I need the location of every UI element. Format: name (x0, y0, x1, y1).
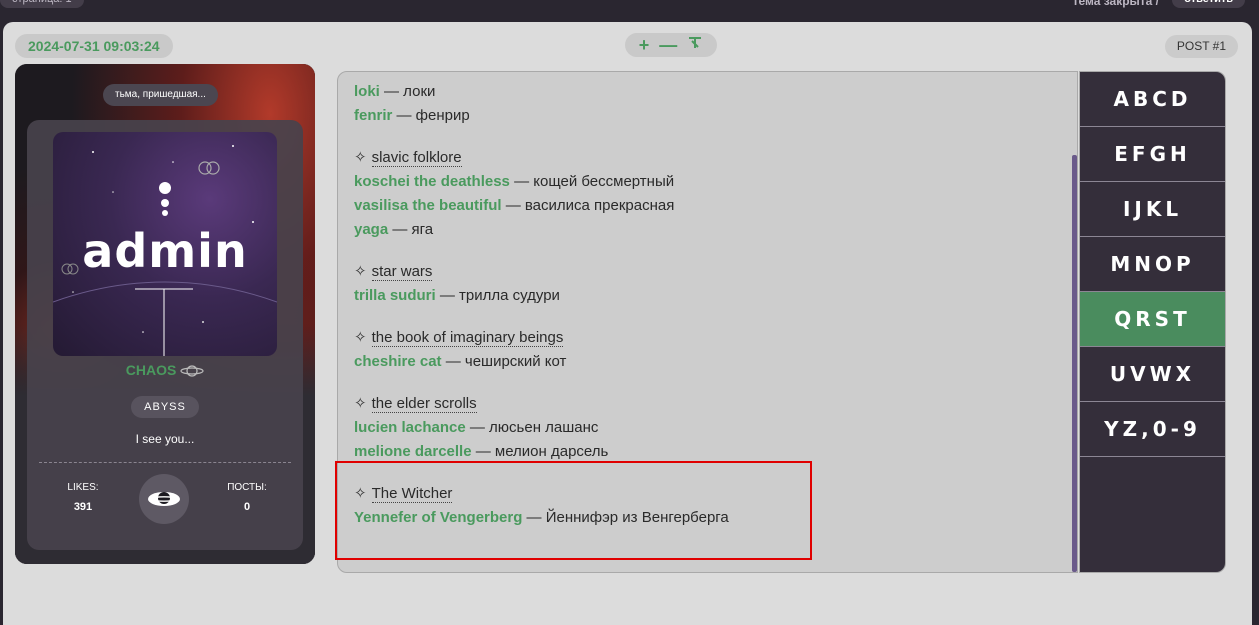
russian-name: — фенрир (392, 107, 470, 124)
section-title[interactable]: star wars (371, 263, 433, 281)
alphabet-tab[interactable]: UVWX (1080, 347, 1225, 402)
alphabet-tab[interactable]: YZ,0-9 (1080, 402, 1225, 457)
russian-name: — василиса прекрасная (501, 197, 675, 214)
plus-icon[interactable]: + (639, 33, 650, 57)
list-item: yaga — яга (354, 218, 1054, 242)
section-title[interactable]: the book of imaginary beings (371, 329, 564, 347)
likes-value: 391 (73, 501, 93, 513)
english-name[interactable]: lucien lachance (354, 419, 466, 436)
page-indicator[interactable]: страница: 1 (0, 0, 84, 8)
likes-label: LIKES: (67, 482, 99, 493)
russian-name: — яга (388, 221, 434, 238)
posts-value: 0 (243, 501, 251, 513)
scrollbar[interactable] (1072, 155, 1077, 572)
english-name[interactable]: koschei the deathless (354, 173, 510, 190)
english-name[interactable]: cheshire cat (354, 353, 442, 370)
section-title[interactable]: the elder scrolls (371, 395, 477, 413)
english-name[interactable]: trilla suduri (354, 287, 436, 304)
russian-name: — кощей бессмертный (509, 173, 675, 190)
user-tagline: I see you... (135, 432, 195, 446)
post-number[interactable]: POST #1 (1164, 35, 1238, 58)
russian-name: — трилла судури (435, 287, 560, 304)
section-heading: ✧ star wars (354, 260, 1054, 284)
post-date: 2024-07-31 09:03:24 (15, 34, 173, 58)
posts-stat: ПОСТЫ: 0 (207, 482, 287, 513)
list-item: trilla suduri — трилла судури (354, 284, 1054, 308)
section-heading: ✧ the book of imaginary beings (354, 326, 1054, 350)
user-status: тьма, пришедшая... (103, 84, 218, 106)
profile-divider (39, 462, 291, 463)
highlight-box (335, 461, 812, 560)
list-item: koschei the deathless — кощей бессмертны… (354, 170, 1054, 194)
pin-icon[interactable] (687, 33, 703, 57)
planet-icon (180, 365, 204, 377)
english-name[interactable]: fenrir (354, 107, 392, 124)
sparkle-icon: ✧ (354, 149, 367, 166)
eye-planet-icon (139, 474, 189, 524)
list-item: vasilisa the beautiful — василиса прекра… (354, 194, 1054, 218)
alphabet-tab[interactable]: QRST (1080, 292, 1225, 347)
russian-name: — люсьен лашанс (465, 419, 599, 436)
section-heading: ✧ the elder scrolls (354, 392, 1054, 416)
alphabet-tab[interactable]: MNOP (1080, 237, 1225, 292)
list-item: fenrir — фенрир (354, 104, 1054, 128)
minus-icon[interactable]: — (659, 33, 677, 57)
russian-name: — локи (379, 83, 436, 100)
top-bar: страница: 1 тема закрыта / ответить (0, 0, 1259, 22)
section-heading: ✧ slavic folklore (354, 146, 1054, 170)
reply-button[interactable]: ответить (1172, 0, 1245, 8)
avatar[interactable]: admin (53, 132, 277, 356)
post-tools: + — (625, 33, 717, 57)
english-name[interactable]: vasilisa the beautiful (354, 197, 502, 214)
sparkle-icon: ✧ (354, 263, 367, 280)
user-rank: ABYSS (131, 396, 199, 418)
user-group: CHAOS (27, 362, 303, 378)
english-name[interactable]: melione darcelle (354, 443, 472, 460)
list-item: lucien lachance — люсьен лашанс (354, 416, 1054, 440)
russian-name: — мелион дарсель (471, 443, 609, 460)
posts-label: ПОСТЫ: (227, 482, 267, 493)
topic-closed-label: тема закрыта / (1072, 0, 1159, 8)
likes-stat: LIKES: 391 (43, 482, 123, 513)
alphabet-tab[interactable]: ABCD (1080, 72, 1225, 127)
sparkle-icon: ✧ (354, 395, 367, 412)
alphabet-tab[interactable]: EFGH (1080, 127, 1225, 182)
list-item: cheshire cat — чеширский кот (354, 350, 1054, 374)
alphabet-tab[interactable]: IJKL (1080, 182, 1225, 237)
english-name[interactable]: yaga (354, 221, 388, 238)
profile-inner-card: admin CHAOS ABYSS I see you... LIKES: 39… (27, 120, 303, 550)
section-title[interactable]: slavic folklore (371, 149, 462, 167)
english-name[interactable]: loki (354, 83, 380, 100)
sparkle-icon: ✧ (354, 329, 367, 346)
profile-card: тьма, пришедшая... admin CHAOS ABYSS I s… (15, 64, 315, 564)
alphabet-nav: ABCD EFGH IJKL MNOP QRST UVWX YZ,0-9 (1079, 71, 1226, 573)
list-item: loki — локи (354, 80, 1054, 104)
avatar-text: admin (82, 224, 248, 278)
russian-name: — чеширский кот (441, 353, 567, 370)
